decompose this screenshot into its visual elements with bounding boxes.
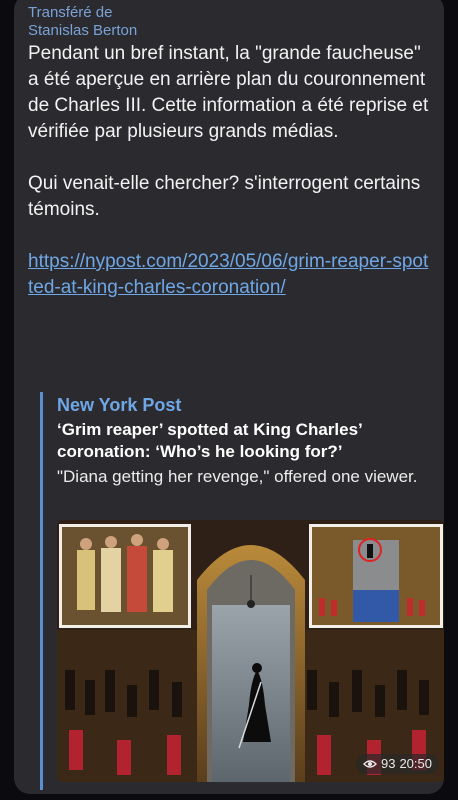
eye-icon bbox=[363, 760, 377, 768]
view-count: 93 bbox=[380, 756, 396, 771]
views-time-badge: 93 20:50 bbox=[355, 754, 439, 774]
forward-header[interactable]: Transféré de Stanislas Berton bbox=[28, 4, 137, 40]
message-time: 20:50 bbox=[399, 756, 432, 771]
preview-description: "Diana getting her revenge," offered one… bbox=[57, 467, 418, 486]
coronation-image bbox=[57, 520, 444, 782]
article-link[interactable]: https://nypost.com/2023/05/06/grim-reape… bbox=[28, 249, 433, 301]
message-paragraph-2: Qui venait-elle chercher? s'interrogent … bbox=[28, 173, 421, 220]
message-text: Pendant un bref instant, la "grande fauc… bbox=[28, 41, 433, 301]
link-preview[interactable]: New York Post ‘Grim reaper’ spotted at K… bbox=[40, 392, 444, 790]
preview-title: ‘Grim reaper’ spotted at King Charles’ c… bbox=[57, 420, 362, 461]
preview-site-name: New York Post bbox=[57, 395, 182, 415]
preview-image[interactable]: 93 20:50 bbox=[57, 520, 444, 782]
message-bubble[interactable]: Transféré de Stanislas Berton Pendant un… bbox=[14, 0, 444, 794]
forward-source-name[interactable]: Stanislas Berton bbox=[28, 22, 137, 40]
forwarded-from-label: Transféré de bbox=[28, 4, 113, 21]
message-paragraph-1: Pendant un bref instant, la "grande fauc… bbox=[28, 43, 429, 142]
